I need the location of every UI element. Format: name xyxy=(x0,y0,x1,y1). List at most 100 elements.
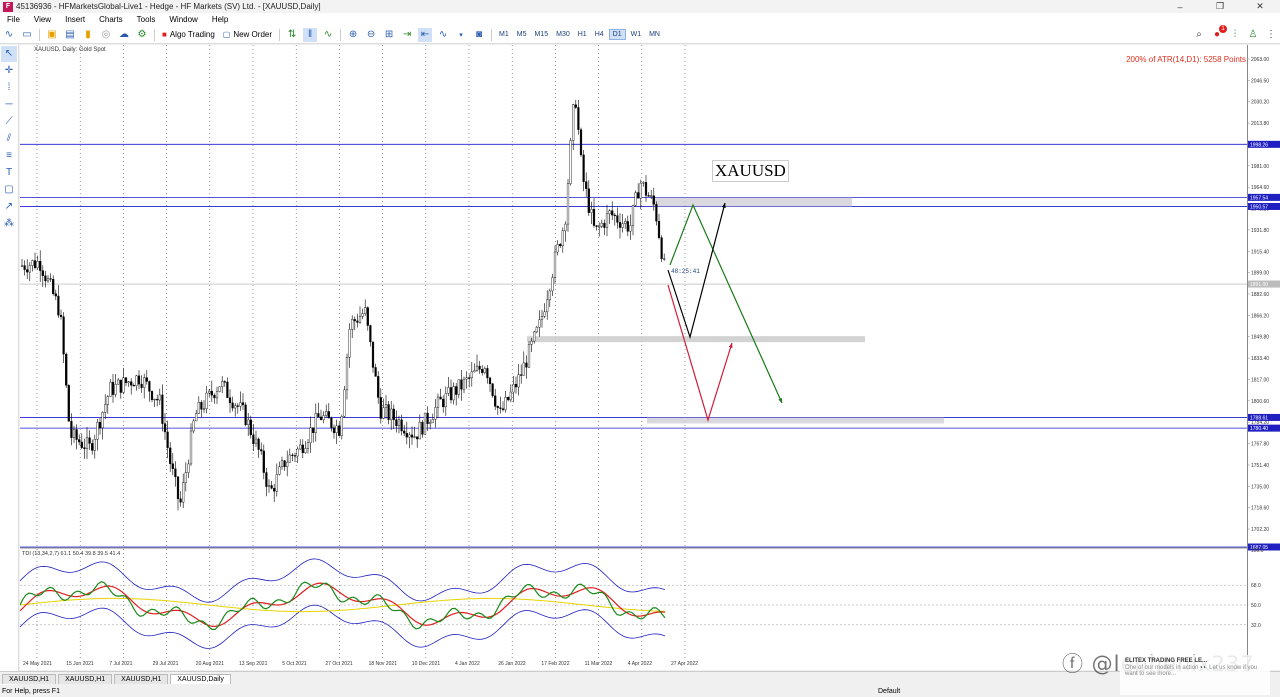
profile-icon[interactable]: ▤ xyxy=(63,28,77,42)
tab-xauusd-h1[interactable]: XAUUSD,H1 xyxy=(2,674,57,684)
candle-body xyxy=(585,181,588,189)
menu-insert[interactable]: Insert xyxy=(58,15,92,24)
cursor-icon[interactable]: ↖ xyxy=(1,46,17,62)
timeframe-d1[interactable]: D1 xyxy=(608,29,626,40)
candle-body xyxy=(153,398,156,401)
vertical-line-icon[interactable]: ⁞ xyxy=(1,80,17,96)
tab-xauusd-h1[interactable]: XAUUSD,H1 xyxy=(58,674,113,684)
signal-strength-icon[interactable]: ⫶ xyxy=(1228,28,1242,42)
candle-body xyxy=(657,220,661,238)
timeframe-m1[interactable]: M1 xyxy=(496,30,512,39)
candle-body xyxy=(210,390,213,396)
candle-body xyxy=(335,425,338,434)
trendline-icon[interactable]: ⟋ xyxy=(1,114,17,130)
candle-body xyxy=(358,316,362,323)
notification-bell-icon[interactable]: ● 1 xyxy=(1210,24,1227,42)
more-dots-icon[interactable]: ⋮ xyxy=(1264,28,1278,42)
chart-shift-icon[interactable]: ⇤ xyxy=(418,27,433,42)
candle-body xyxy=(494,395,497,407)
candle-body xyxy=(553,251,557,278)
candle-body xyxy=(54,293,57,297)
candle-body xyxy=(171,463,174,469)
chart-type-icon[interactable]: ∿ xyxy=(2,28,16,42)
candle-body xyxy=(351,319,354,330)
horizontal-line-icon[interactable]: ─ xyxy=(1,97,17,113)
grid-icon[interactable]: ⊞ xyxy=(382,28,396,42)
timeframe-w1[interactable]: W1 xyxy=(628,30,645,39)
date-tick-label: 15 Jun 2021 xyxy=(66,661,94,667)
elliott-wave-icon[interactable]: ⁂ xyxy=(1,216,17,232)
candle-body xyxy=(312,427,315,433)
price-tick-label: 1849.80 xyxy=(1251,335,1269,341)
arrow-tool-icon[interactable]: ↗ xyxy=(1,199,17,215)
candle-body xyxy=(504,397,507,410)
menu-charts[interactable]: Charts xyxy=(92,15,130,24)
tab-xauusd-daily[interactable]: XAUUSD,Daily xyxy=(170,674,231,684)
fibonacci-icon[interactable]: ≡ xyxy=(1,148,17,164)
close-button[interactable]: ✕ xyxy=(1240,1,1280,12)
autoscroll-icon[interactable]: ⇥ xyxy=(400,28,414,42)
search-icon[interactable]: ⌕ xyxy=(1192,28,1206,42)
new-order-button[interactable]: ▢ New Order xyxy=(219,28,276,42)
timeframe-m5[interactable]: M5 xyxy=(514,30,530,39)
candle-body xyxy=(41,270,44,276)
minimize-button[interactable]: – xyxy=(1160,2,1200,12)
menu-window[interactable]: Window xyxy=(162,15,204,24)
market-icon[interactable]: ▣ xyxy=(45,28,59,42)
menu-tools[interactable]: Tools xyxy=(130,15,163,24)
dropdown-chevron-icon[interactable]: ▾ xyxy=(454,28,468,42)
timeframe-m15[interactable]: M15 xyxy=(531,30,551,39)
text-tool-icon[interactable]: T xyxy=(1,165,17,181)
candle-body xyxy=(197,402,200,414)
candlestick-icon[interactable]: ‖ xyxy=(303,27,318,42)
candle-body xyxy=(28,265,31,273)
price-tick-label: 1833.40 xyxy=(1251,356,1269,362)
screenshot-icon[interactable]: ◙ xyxy=(472,28,486,42)
shapes-icon[interactable]: ▢ xyxy=(1,182,17,198)
chart-canvas[interactable] xyxy=(19,45,1247,670)
bar-chart-icon[interactable]: ⇅ xyxy=(285,28,299,42)
timeframe-h4[interactable]: H4 xyxy=(592,30,607,39)
symbol-label-box[interactable]: XAUUSD xyxy=(712,160,789,182)
menu-help[interactable]: Help xyxy=(205,15,235,24)
candle-body xyxy=(78,439,81,443)
candle-body xyxy=(527,344,531,368)
candle-body xyxy=(514,383,518,388)
settings-gear-icon[interactable]: ⚙ xyxy=(135,28,149,42)
menu-file[interactable]: File xyxy=(0,15,27,24)
candle-body xyxy=(611,210,614,216)
timeframe-h1[interactable]: H1 xyxy=(575,30,590,39)
timeframe-mn[interactable]: MN xyxy=(646,30,663,39)
price-axis[interactable]: 2063.002046.502030.202013.801997.401981.… xyxy=(1247,45,1280,670)
candle-body xyxy=(340,416,343,436)
zoom-out-icon[interactable]: ⊖ xyxy=(364,28,378,42)
candle-body xyxy=(348,329,351,358)
channel-icon[interactable]: ⫽ xyxy=(1,131,17,147)
candle-body xyxy=(265,472,268,487)
candle-body xyxy=(174,468,177,478)
timeframe-m30[interactable]: M30 xyxy=(553,30,573,39)
tab-xauusd-h1[interactable]: XAUUSD,H1 xyxy=(114,674,169,684)
candle-body xyxy=(46,278,50,282)
line-chart-icon[interactable]: ∿ xyxy=(321,28,335,42)
notification-text: One of our models in action 👀 Let us kno… xyxy=(1125,665,1258,677)
zoom-in-icon[interactable]: ⊕ xyxy=(346,28,360,42)
candle-body xyxy=(442,398,445,408)
cloud-icon[interactable]: ☁ xyxy=(117,28,131,42)
signal-icon[interactable]: ◎ xyxy=(99,28,113,42)
restore-button[interactable]: ❐ xyxy=(1200,1,1240,12)
notification-popup[interactable]: ELITEX TRADING FREE LE... One of our mod… xyxy=(1120,655,1270,695)
menu-view[interactable]: View xyxy=(27,15,58,24)
account-icon[interactable]: ♙ xyxy=(1246,28,1260,42)
lock-icon[interactable]: ▮ xyxy=(81,28,95,42)
price-chart-svg[interactable] xyxy=(19,45,1247,670)
price-tag-label: 1788.61 xyxy=(1250,415,1268,421)
templates-icon[interactable]: ▭ xyxy=(20,28,34,42)
crosshair-icon[interactable]: ✛ xyxy=(1,63,17,79)
algo-trading-button[interactable]: ■ Algo Trading xyxy=(158,28,219,42)
indicators-icon[interactable]: ∿ xyxy=(436,28,450,42)
candle-body xyxy=(239,402,242,407)
candle-body xyxy=(626,221,629,232)
candle-body xyxy=(150,391,154,400)
candle-body xyxy=(260,449,263,452)
